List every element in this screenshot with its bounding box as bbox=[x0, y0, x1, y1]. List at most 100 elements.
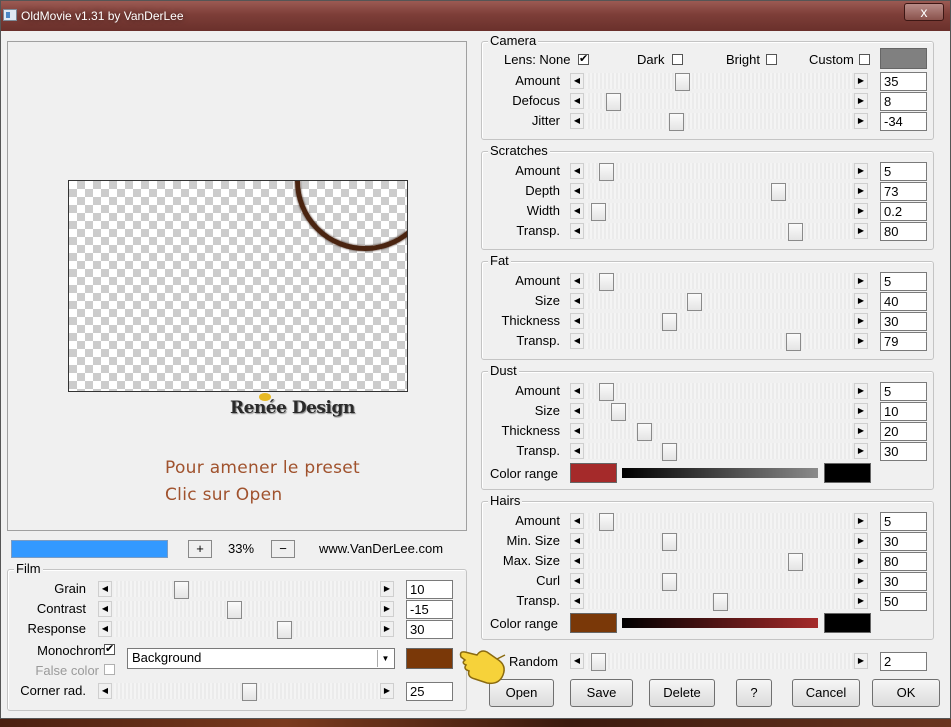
fat-size-left-arrow-icon[interactable]: ◀ bbox=[570, 293, 584, 309]
dust-transp-slider-track[interactable] bbox=[586, 443, 854, 461]
dust-amount-right-arrow-icon[interactable]: ▶ bbox=[854, 383, 868, 399]
dust-transp-left-arrow-icon[interactable]: ◀ bbox=[570, 443, 584, 459]
bright-checkbox[interactable] bbox=[766, 54, 777, 65]
scratches-depth-right-arrow-icon[interactable]: ▶ bbox=[854, 183, 868, 199]
scratches-width-left-arrow-icon[interactable]: ◀ bbox=[570, 203, 584, 219]
film-grain-slider-thumb[interactable] bbox=[174, 581, 189, 599]
hairs-curl-right-arrow-icon[interactable]: ▶ bbox=[854, 573, 868, 589]
corner-radius-field[interactable]: 25 bbox=[406, 682, 453, 701]
fat-transp-slider-track[interactable] bbox=[586, 333, 854, 351]
random-right-arrow-icon[interactable]: ▶ bbox=[854, 653, 868, 669]
scratches-transp-right-arrow-icon[interactable]: ▶ bbox=[854, 223, 868, 239]
fat-transp-value-field[interactable]: 79 bbox=[880, 332, 927, 351]
camera-amount-left-arrow-icon[interactable]: ◀ bbox=[570, 73, 584, 89]
dust-transp-right-arrow-icon[interactable]: ▶ bbox=[854, 443, 868, 459]
hairs-transp-slider-track[interactable] bbox=[586, 593, 854, 611]
hairs-curl-value-field[interactable]: 30 bbox=[880, 572, 927, 591]
hairs-max-size-value-field[interactable]: 80 bbox=[880, 552, 927, 571]
camera-defocus-right-arrow-icon[interactable]: ▶ bbox=[854, 93, 868, 109]
scratches-transp-value-field[interactable]: 80 bbox=[880, 222, 927, 241]
scratches-transp-slider-thumb[interactable] bbox=[788, 223, 803, 241]
hairs-max-size-slider-thumb[interactable] bbox=[788, 553, 803, 571]
zoom-in-button[interactable]: + bbox=[188, 540, 212, 558]
dust-size-slider-thumb[interactable] bbox=[611, 403, 626, 421]
hairs-min-size-right-arrow-icon[interactable]: ▶ bbox=[854, 533, 868, 549]
film-grain-left-arrow-icon[interactable]: ◀ bbox=[98, 581, 112, 597]
lens-none-checkbox[interactable]: ✔ bbox=[578, 54, 589, 65]
monochrome-color-swatch[interactable] bbox=[406, 648, 453, 669]
film-response-right-arrow-icon[interactable]: ▶ bbox=[380, 621, 394, 637]
monochrome-checkbox[interactable]: ✔ bbox=[104, 644, 115, 655]
fat-thickness-slider-track[interactable] bbox=[586, 313, 854, 331]
corner-right-arrow-icon[interactable]: ▶ bbox=[380, 683, 394, 699]
ok-button[interactable]: OK bbox=[872, 679, 940, 707]
hairs-amount-slider-track[interactable] bbox=[586, 513, 854, 531]
preview-image[interactable] bbox=[68, 180, 408, 392]
fat-transp-slider-thumb[interactable] bbox=[786, 333, 801, 351]
hairs-amount-slider-thumb[interactable] bbox=[599, 513, 614, 531]
fat-size-right-arrow-icon[interactable]: ▶ bbox=[854, 293, 868, 309]
hairs-min-size-value-field[interactable]: 30 bbox=[880, 532, 927, 551]
monochrome-mode-select[interactable]: Background ▼ bbox=[127, 648, 395, 669]
fat-thickness-value-field[interactable]: 30 bbox=[880, 312, 927, 331]
fat-amount-value-field[interactable]: 5 bbox=[880, 272, 927, 291]
scratches-transp-left-arrow-icon[interactable]: ◀ bbox=[570, 223, 584, 239]
hairs-max-size-slider-track[interactable] bbox=[586, 553, 854, 571]
dust-thickness-value-field[interactable]: 20 bbox=[880, 422, 927, 441]
hairs-transp-slider-thumb[interactable] bbox=[713, 593, 728, 611]
dust-size-left-arrow-icon[interactable]: ◀ bbox=[570, 403, 584, 419]
corner-left-arrow-icon[interactable]: ◀ bbox=[98, 683, 112, 699]
corner-slider-thumb[interactable] bbox=[242, 683, 257, 701]
film-response-slider-track[interactable] bbox=[114, 621, 380, 639]
hairs-amount-right-arrow-icon[interactable]: ▶ bbox=[854, 513, 868, 529]
fat-transp-left-arrow-icon[interactable]: ◀ bbox=[570, 333, 584, 349]
dust-thickness-right-arrow-icon[interactable]: ▶ bbox=[854, 423, 868, 439]
scratches-amount-left-arrow-icon[interactable]: ◀ bbox=[570, 163, 584, 179]
scratches-depth-left-arrow-icon[interactable]: ◀ bbox=[570, 183, 584, 199]
hairs-transp-right-arrow-icon[interactable]: ▶ bbox=[854, 593, 868, 609]
hairs-transp-left-arrow-icon[interactable]: ◀ bbox=[570, 593, 584, 609]
camera-jitter-right-arrow-icon[interactable]: ▶ bbox=[854, 113, 868, 129]
camera-jitter-value-field[interactable]: -34 bbox=[880, 112, 927, 131]
corner-slider-track[interactable] bbox=[114, 683, 380, 701]
scratches-amount-slider-track[interactable] bbox=[586, 163, 854, 181]
film-grain-slider-track[interactable] bbox=[114, 581, 380, 599]
chevron-down-icon[interactable]: ▼ bbox=[377, 650, 393, 667]
random-slider-thumb[interactable] bbox=[591, 653, 606, 671]
hairs-min-size-left-arrow-icon[interactable]: ◀ bbox=[570, 533, 584, 549]
fat-size-slider-track[interactable] bbox=[586, 293, 854, 311]
dark-checkbox[interactable] bbox=[672, 54, 683, 65]
dust-amount-left-arrow-icon[interactable]: ◀ bbox=[570, 383, 584, 399]
dust-amount-slider-track[interactable] bbox=[586, 383, 854, 401]
custom-checkbox[interactable] bbox=[859, 54, 870, 65]
camera-amount-slider-thumb[interactable] bbox=[675, 73, 690, 91]
camera-defocus-left-arrow-icon[interactable]: ◀ bbox=[570, 93, 584, 109]
fat-thickness-slider-thumb[interactable] bbox=[662, 313, 677, 331]
fat-size-slider-thumb[interactable] bbox=[687, 293, 702, 311]
fat-amount-slider-thumb[interactable] bbox=[599, 273, 614, 291]
film-response-value-field[interactable]: 30 bbox=[406, 620, 453, 639]
film-grain-value-field[interactable]: 10 bbox=[406, 580, 453, 599]
dust-size-slider-track[interactable] bbox=[586, 403, 854, 421]
camera-jitter-slider-track[interactable] bbox=[586, 113, 854, 131]
delete-button[interactable]: Delete bbox=[649, 679, 715, 707]
hairs-color-end-swatch[interactable] bbox=[824, 613, 871, 633]
dust-amount-slider-thumb[interactable] bbox=[599, 383, 614, 401]
random-value-field[interactable]: 2 bbox=[880, 652, 927, 671]
dust-size-right-arrow-icon[interactable]: ▶ bbox=[854, 403, 868, 419]
dust-size-value-field[interactable]: 10 bbox=[880, 402, 927, 421]
false-color-checkbox[interactable] bbox=[104, 664, 115, 675]
fat-thickness-right-arrow-icon[interactable]: ▶ bbox=[854, 313, 868, 329]
dust-thickness-left-arrow-icon[interactable]: ◀ bbox=[570, 423, 584, 439]
save-button[interactable]: Save bbox=[570, 679, 633, 707]
close-button[interactable]: x bbox=[904, 3, 944, 21]
dust-thickness-slider-thumb[interactable] bbox=[637, 423, 652, 441]
film-contrast-right-arrow-icon[interactable]: ▶ bbox=[380, 601, 394, 617]
fat-amount-right-arrow-icon[interactable]: ▶ bbox=[854, 273, 868, 289]
dust-transp-value-field[interactable]: 30 bbox=[880, 442, 927, 461]
film-contrast-value-field[interactable]: -15 bbox=[406, 600, 453, 619]
camera-defocus-value-field[interactable]: 8 bbox=[880, 92, 927, 111]
camera-defocus-slider-track[interactable] bbox=[586, 93, 854, 111]
fat-amount-left-arrow-icon[interactable]: ◀ bbox=[570, 273, 584, 289]
scratches-depth-slider-track[interactable] bbox=[586, 183, 854, 201]
